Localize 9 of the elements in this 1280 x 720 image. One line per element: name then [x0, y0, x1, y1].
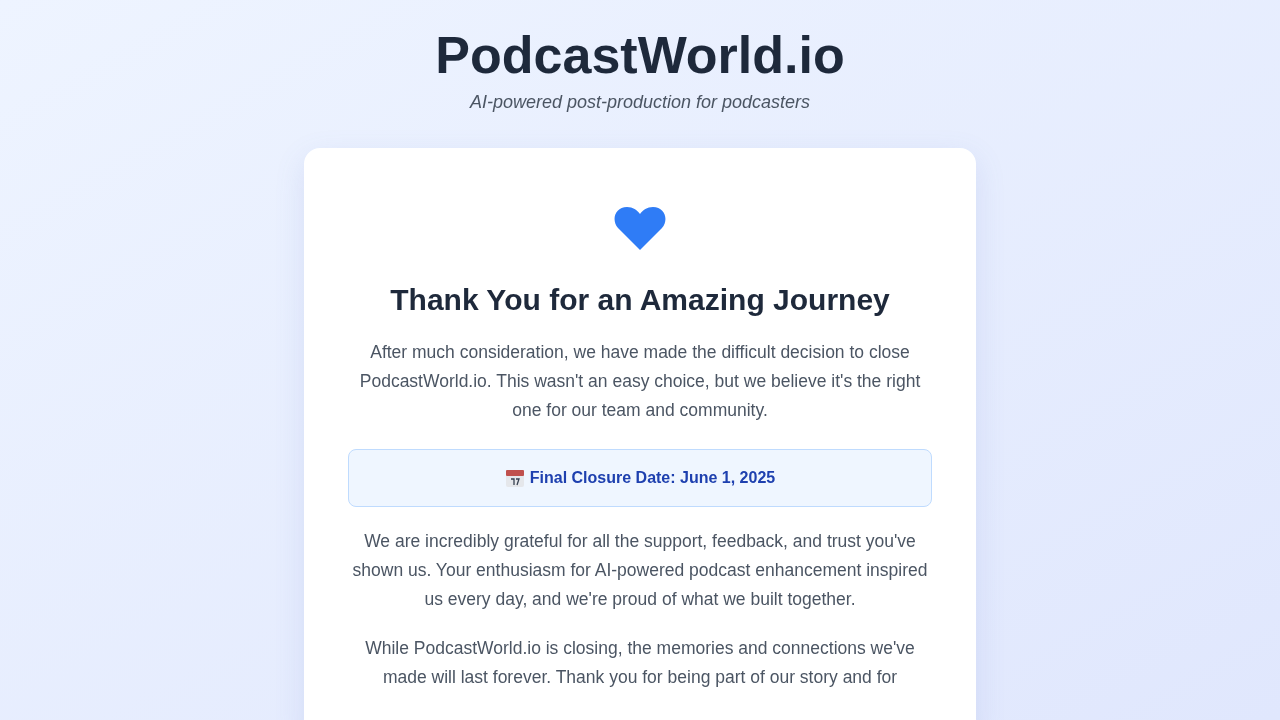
heart-icon: [614, 206, 666, 250]
site-tagline: AI-powered post-production for podcasters: [469, 91, 811, 114]
intro-paragraph: After much consideration, we have made the difficult decision to close PodcastWorld.io. This wasn't an easy choice, but we believe it's the right one for our team and community.: [358, 341, 922, 422]
card-heading: Thank You for an Amazing Journey: [390, 282, 890, 318]
site-title: PodcastWorld.io: [435, 26, 845, 84]
message-paragraph: While PodcastWorld.io is closing, the memories and connections we've made will last forever. Thank you for being part of our story and for: [364, 637, 916, 689]
calendar-icon: [504, 468, 525, 488]
message-paragraph: We are incredibly grateful for all the support, feedback, and trust you've shown us. Your enthusiasm for AI-powered podcast enhancement inspired us every day, and we're proud of what we built together.: [351, 530, 929, 611]
closure-date-text: Final Closure Date: June 1, 2025: [529, 468, 776, 488]
